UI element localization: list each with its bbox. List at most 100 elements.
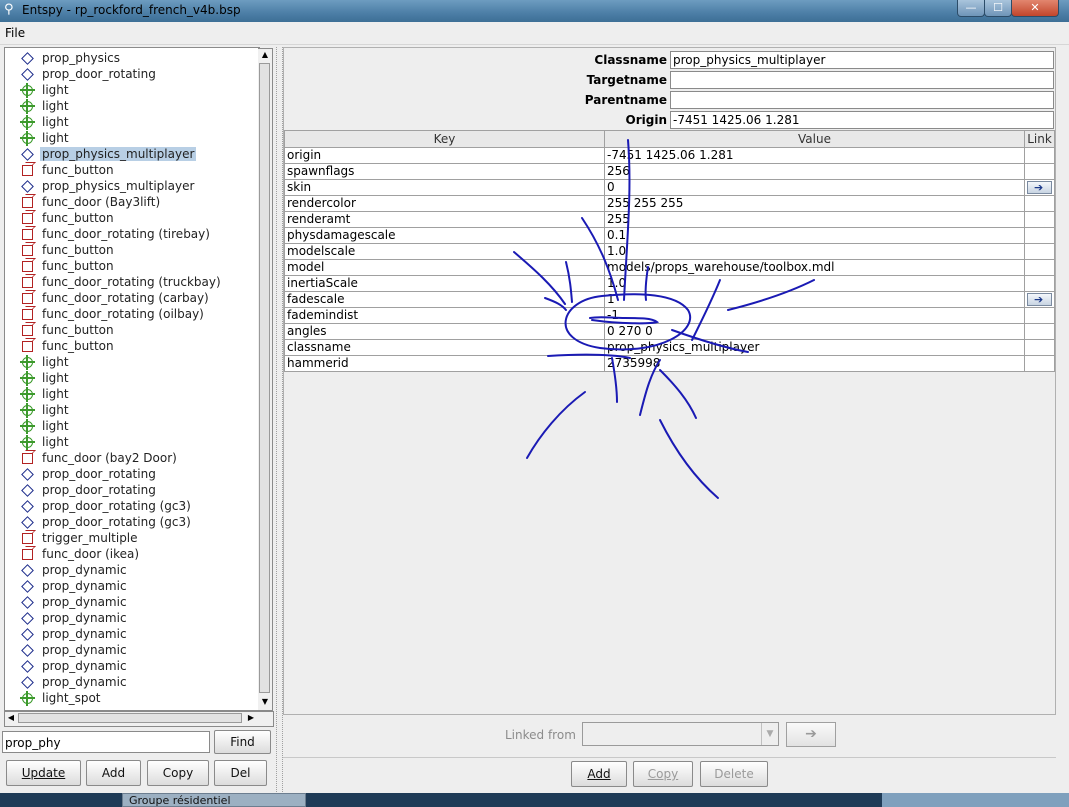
- key-cell[interactable]: modelscale: [284, 244, 605, 260]
- scroll-up-icon[interactable]: ▲: [259, 49, 271, 61]
- tree-item[interactable]: prop_door_rotating (gc3): [5, 514, 255, 530]
- tree-item[interactable]: prop_dynamic: [5, 642, 255, 658]
- scroll-down-icon[interactable]: ▼: [259, 696, 271, 708]
- table-row[interactable]: inertiaScale 1.0: [284, 276, 1055, 292]
- tree-item[interactable]: func_door_rotating (truckbay): [5, 274, 255, 290]
- table-row[interactable]: modelscale 1.0: [284, 244, 1055, 260]
- tree-item[interactable]: light: [5, 402, 255, 418]
- value-cell[interactable]: models/props_warehouse/toolbox.mdl: [605, 260, 1025, 276]
- value-cell[interactable]: -1: [605, 308, 1025, 324]
- find-button[interactable]: Find: [214, 730, 271, 754]
- delete-key-button[interactable]: Delete: [700, 761, 768, 787]
- tree-item[interactable]: func_button: [5, 338, 255, 354]
- minimize-button[interactable]: —: [957, 0, 985, 17]
- table-row[interactable]: classname prop_physics_multiplayer: [284, 340, 1055, 356]
- targetname-field[interactable]: [670, 71, 1054, 89]
- table-row[interactable]: rendercolor 255 255 255: [284, 196, 1055, 212]
- table-row[interactable]: renderamt 255: [284, 212, 1055, 228]
- maximize-button[interactable]: ☐: [984, 0, 1012, 17]
- table-row[interactable]: skin 0: [284, 180, 1055, 196]
- parentname-field[interactable]: [670, 91, 1054, 109]
- tree-item[interactable]: prop_dynamic: [5, 674, 255, 690]
- column-header-key[interactable]: Key: [284, 130, 605, 148]
- tree-item[interactable]: prop_dynamic: [5, 626, 255, 642]
- tree-item[interactable]: func_button: [5, 242, 255, 258]
- key-cell[interactable]: rendercolor: [284, 196, 605, 212]
- arrow-right-icon[interactable]: [1027, 292, 1052, 307]
- tree-item[interactable]: prop_physics: [5, 50, 255, 66]
- origin-field[interactable]: -7451 1425.06 1.281: [670, 111, 1054, 129]
- tree-item[interactable]: func_door_rotating (tirebay): [5, 226, 255, 242]
- tree-item[interactable]: prop_dynamic: [5, 610, 255, 626]
- key-cell[interactable]: renderamt: [284, 212, 605, 228]
- tree-item[interactable]: light: [5, 370, 255, 386]
- scroll-thumb[interactable]: [259, 63, 270, 693]
- value-cell[interactable]: 1: [605, 292, 1025, 308]
- key-cell[interactable]: inertiaScale: [284, 276, 605, 292]
- tree-item[interactable]: prop_physics_multiplayer: [5, 178, 255, 194]
- copy-entity-button[interactable]: Copy: [147, 760, 209, 786]
- menu-file[interactable]: File: [5, 26, 25, 40]
- value-cell[interactable]: 0 270 0: [605, 324, 1025, 340]
- scroll-left-icon[interactable]: ◀: [5, 712, 17, 724]
- value-cell[interactable]: 0.1: [605, 228, 1025, 244]
- split-pane-divider[interactable]: [276, 47, 283, 804]
- key-cell[interactable]: fadescale: [284, 292, 605, 308]
- linked-from-go-button[interactable]: ➔: [786, 722, 836, 747]
- key-cell[interactable]: spawnflags: [284, 164, 605, 180]
- table-row[interactable]: fadescale 1: [284, 292, 1055, 308]
- tree-item[interactable]: light: [5, 114, 255, 130]
- tree-item[interactable]: func_door (bay2 Door): [5, 450, 255, 466]
- tree-item[interactable]: light: [5, 434, 255, 450]
- arrow-right-icon[interactable]: [1027, 180, 1052, 195]
- add-entity-button[interactable]: Add: [86, 760, 141, 786]
- tree-item[interactable]: light: [5, 98, 255, 114]
- tree-item[interactable]: light: [5, 82, 255, 98]
- tree-item[interactable]: light: [5, 354, 255, 370]
- tree-item[interactable]: prop_dynamic: [5, 658, 255, 674]
- tree-item[interactable]: func_door (Bay3lift): [5, 194, 255, 210]
- table-row[interactable]: hammerid 2735998: [284, 356, 1055, 372]
- taskbar-item[interactable]: Groupe résidentiel: [122, 793, 306, 807]
- update-button[interactable]: Update: [6, 760, 81, 786]
- chevron-down-icon[interactable]: ▼: [761, 723, 778, 745]
- tree-item[interactable]: light: [5, 130, 255, 146]
- tree-item[interactable]: prop_dynamic: [5, 562, 255, 578]
- key-cell[interactable]: origin: [284, 148, 605, 164]
- tree-item[interactable]: prop_door_rotating (gc3): [5, 498, 255, 514]
- title-bar[interactable]: ⚲ Entspy - rp_rockford_french_v4b.bsp — …: [0, 0, 1069, 22]
- search-input[interactable]: prop_phy: [2, 731, 210, 753]
- tree-item[interactable]: func_button: [5, 322, 255, 338]
- delete-entity-button[interactable]: Del: [214, 760, 267, 786]
- entity-tree[interactable]: prop_physics prop_door_rotating light light…: [4, 47, 260, 711]
- table-row[interactable]: spawnflags 256: [284, 164, 1055, 180]
- column-header-value[interactable]: Value: [604, 130, 1025, 148]
- value-cell[interactable]: 1.0: [605, 244, 1025, 260]
- key-cell[interactable]: classname: [284, 340, 605, 356]
- value-cell[interactable]: 2735998: [605, 356, 1025, 372]
- key-cell[interactable]: fademindist: [284, 308, 605, 324]
- tree-horizontal-scrollbar[interactable]: ◀ ▶: [4, 711, 274, 727]
- tree-item[interactable]: light_spot: [5, 690, 255, 706]
- tree-item[interactable]: prop_door_rotating: [5, 466, 255, 482]
- table-row[interactable]: fademindist -1: [284, 308, 1055, 324]
- value-cell[interactable]: -7451 1425.06 1.281: [605, 148, 1025, 164]
- tree-item[interactable]: func_button: [5, 210, 255, 226]
- table-row[interactable]: angles 0 270 0: [284, 324, 1055, 340]
- key-cell[interactable]: skin: [284, 180, 605, 196]
- table-row[interactable]: origin -7451 1425.06 1.281: [284, 148, 1055, 164]
- tree-item[interactable]: func_door (ikea): [5, 546, 255, 562]
- key-cell[interactable]: physdamagescale: [284, 228, 605, 244]
- close-button[interactable]: ✕: [1011, 0, 1059, 17]
- value-cell[interactable]: 1.0: [605, 276, 1025, 292]
- key-cell[interactable]: model: [284, 260, 605, 276]
- tree-item[interactable]: trigger_multiple: [5, 530, 255, 546]
- tree-item[interactable]: light: [5, 418, 255, 434]
- tree-item[interactable]: prop_door_rotating: [5, 482, 255, 498]
- tree-item[interactable]: prop_door_rotating: [5, 66, 255, 82]
- value-cell[interactable]: 255 255 255: [605, 196, 1025, 212]
- tree-item[interactable]: prop_dynamic: [5, 594, 255, 610]
- tree-vertical-scrollbar[interactable]: ▲ ▼: [258, 48, 273, 711]
- scroll-right-icon[interactable]: ▶: [245, 712, 257, 724]
- linked-from-dropdown[interactable]: ▼: [582, 722, 779, 746]
